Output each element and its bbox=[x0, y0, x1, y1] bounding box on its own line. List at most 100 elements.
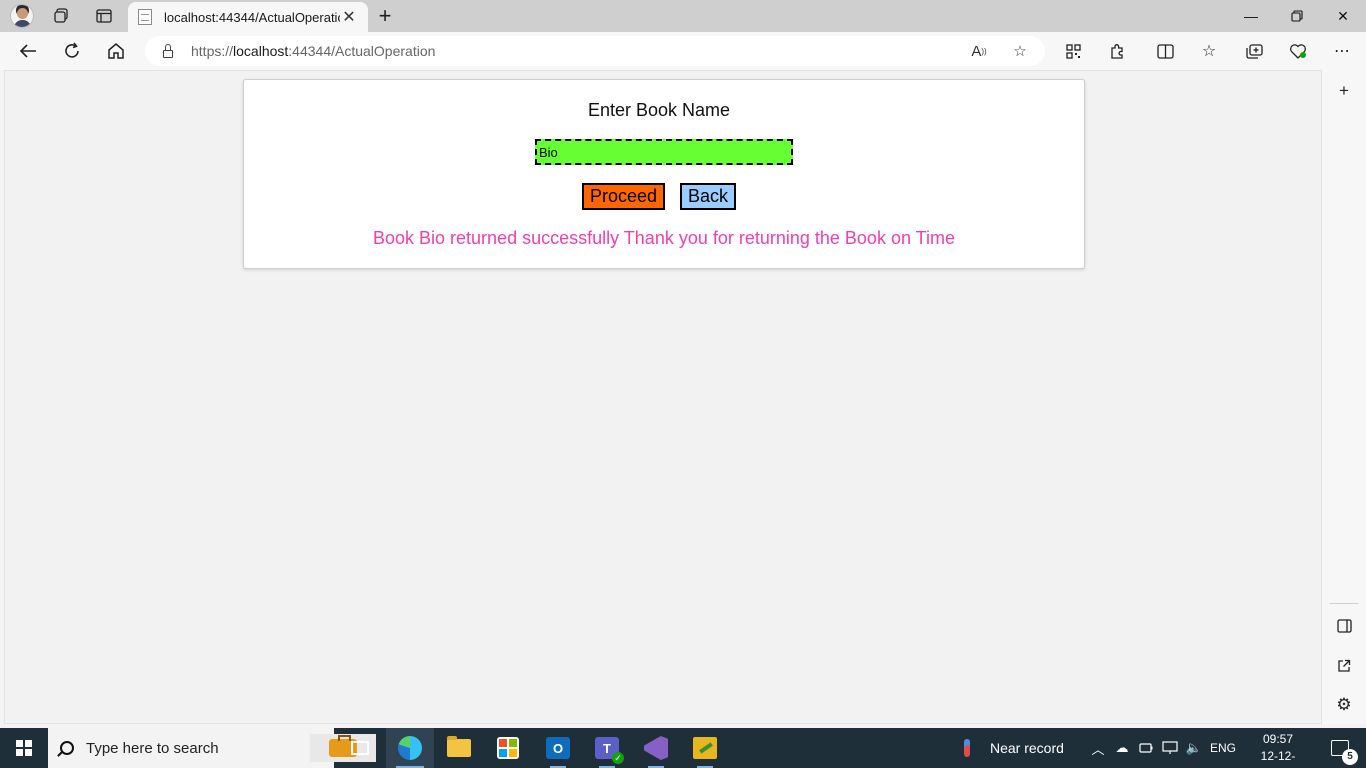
home-button[interactable] bbox=[101, 36, 131, 66]
page-heading: Enter Book Name bbox=[587, 100, 731, 120]
visual-studio-icon bbox=[644, 736, 668, 760]
minimize-button[interactable]: — bbox=[1228, 0, 1274, 32]
windows-taskbar: Type here to search O T Near record ︿ ☁ … bbox=[0, 728, 1366, 768]
thermometer-icon bbox=[964, 739, 970, 757]
hide-sidebar-button[interactable] bbox=[1329, 611, 1359, 641]
weather-widget[interactable]: Near record bbox=[964, 728, 1064, 768]
taskbar-visual-studio[interactable] bbox=[632, 728, 680, 768]
success-message: Book Bio returned successfully Thank you… bbox=[373, 228, 955, 248]
workspaces-icon bbox=[54, 8, 68, 23]
browser-essentials-button[interactable] bbox=[1283, 36, 1313, 66]
sidebar-panel-icon bbox=[1336, 619, 1352, 633]
onedrive-tray[interactable]: ☁ bbox=[1110, 728, 1134, 768]
close-tab-icon[interactable]: ✕ bbox=[340, 7, 358, 27]
restore-icon bbox=[1291, 10, 1303, 22]
sidebar-add-button[interactable]: + bbox=[1329, 76, 1359, 106]
taskbar-clock[interactable]: 09:57 12-12-2023 bbox=[1248, 731, 1308, 768]
language-indicator[interactable]: ENG bbox=[1208, 728, 1238, 768]
volume-tray[interactable]: 🔈 bbox=[1182, 728, 1206, 768]
extensions-button[interactable] bbox=[1102, 36, 1132, 66]
active-tab[interactable]: localhost:44344/ActualOperation ✕ bbox=[128, 2, 368, 32]
sidebar-settings-button[interactable]: ⚙ bbox=[1329, 690, 1359, 720]
url-host: localhost bbox=[233, 43, 289, 59]
taskbar-edge[interactable] bbox=[386, 728, 434, 768]
page-viewport: Enter Book Name Proceed Back Book Bio re… bbox=[4, 70, 1322, 724]
heartbeat-icon bbox=[1290, 44, 1306, 59]
taskbar-search-box[interactable]: Type here to search bbox=[48, 728, 376, 768]
read-aloud-icon[interactable]: A)) bbox=[968, 40, 990, 62]
vertical-tabs-button[interactable] bbox=[88, 0, 120, 32]
book-name-input[interactable] bbox=[535, 139, 793, 165]
proceed-button[interactable]: Proceed bbox=[582, 183, 665, 210]
avatar-icon bbox=[10, 4, 34, 28]
collections-button[interactable] bbox=[1239, 36, 1269, 66]
gear-icon: ⚙ bbox=[1336, 695, 1352, 714]
tab-title: localhost:44344/ActualOperation bbox=[164, 9, 340, 25]
battery-icon bbox=[1139, 743, 1153, 753]
taskbar-tool-app[interactable] bbox=[681, 728, 729, 768]
windows-logo-icon bbox=[16, 740, 32, 756]
lock-icon[interactable] bbox=[163, 43, 173, 58]
favorites-button[interactable]: ☆ bbox=[1194, 36, 1224, 66]
new-tab-button[interactable]: + bbox=[372, 0, 398, 32]
settings-more-button[interactable]: ⋯ bbox=[1327, 36, 1357, 66]
notification-center-button[interactable]: 5 bbox=[1320, 728, 1360, 768]
start-button[interactable] bbox=[0, 728, 48, 768]
favorites-star-icon: ☆ bbox=[1201, 43, 1217, 60]
speaker-icon: 🔈 bbox=[1185, 740, 1203, 755]
split-screen-button[interactable] bbox=[1150, 36, 1180, 66]
battery-tray[interactable] bbox=[1134, 728, 1158, 768]
profile-avatar[interactable] bbox=[6, 0, 38, 32]
task-view-button[interactable] bbox=[336, 728, 384, 768]
clock-time: 09:57 bbox=[1262, 732, 1294, 746]
close-icon: ✕ bbox=[1337, 7, 1349, 24]
taskbar-store[interactable] bbox=[484, 728, 532, 768]
collections-icon bbox=[1245, 43, 1263, 59]
restore-button[interactable] bbox=[1274, 0, 1320, 32]
more-dots-icon: ⋯ bbox=[1334, 43, 1350, 60]
notification-count: 5 bbox=[1342, 749, 1358, 765]
plus-icon: + bbox=[378, 3, 392, 28]
network-tray[interactable] bbox=[1158, 728, 1182, 768]
tools-app-icon bbox=[693, 737, 717, 759]
back-nav-button[interactable] bbox=[13, 36, 43, 66]
back-button[interactable]: Back bbox=[680, 183, 736, 210]
workspaces-button[interactable] bbox=[46, 0, 78, 32]
teams-icon: T bbox=[595, 737, 624, 764]
split-screen-icon bbox=[1156, 43, 1174, 59]
microsoft-store-icon bbox=[497, 737, 519, 759]
url-text[interactable]: https://localhost:44344/ActualOperation bbox=[191, 43, 435, 59]
external-link-button[interactable] bbox=[1329, 651, 1359, 681]
cloud-icon: ☁ bbox=[1115, 740, 1129, 755]
network-icon bbox=[1162, 741, 1178, 754]
refresh-icon bbox=[65, 42, 79, 58]
file-explorer-icon bbox=[447, 736, 471, 757]
url-scheme: https:// bbox=[191, 43, 234, 59]
chevron-up-icon: ︿ bbox=[1091, 741, 1105, 757]
sidebar-divider bbox=[1330, 603, 1358, 604]
minimize-icon: — bbox=[1244, 8, 1258, 24]
edge-sidebar: + ⚙ bbox=[1322, 70, 1366, 724]
show-hidden-icons-button[interactable]: ︿ bbox=[1086, 728, 1110, 768]
task-view-icon bbox=[351, 741, 369, 755]
puzzle-icon bbox=[1110, 43, 1123, 59]
clock-date: 12-12-2023 bbox=[1260, 749, 1296, 768]
qr-code-icon bbox=[1065, 43, 1081, 59]
close-window-button[interactable]: ✕ bbox=[1320, 0, 1366, 32]
external-link-icon bbox=[1338, 659, 1351, 672]
refresh-button[interactable] bbox=[57, 36, 87, 66]
address-bar[interactable]: https://localhost:44344/ActualOperation … bbox=[145, 36, 1045, 66]
qr-code-button[interactable] bbox=[1058, 36, 1088, 66]
search-icon bbox=[60, 741, 74, 755]
favorite-star-icon[interactable]: ☆ bbox=[1009, 40, 1031, 62]
home-icon bbox=[108, 43, 124, 59]
weather-text: Near record bbox=[990, 740, 1064, 756]
taskbar-file-explorer[interactable] bbox=[435, 728, 483, 768]
browser-tab-strip: localhost:44344/ActualOperation ✕ + — ✕ bbox=[0, 0, 1366, 32]
taskbar-teams[interactable]: T bbox=[583, 728, 631, 768]
page-favicon-icon bbox=[138, 9, 152, 25]
taskbar-outlook[interactable]: O bbox=[534, 728, 582, 768]
outlook-icon: O bbox=[546, 737, 570, 759]
url-path: :44344/ActualOperation bbox=[288, 43, 436, 59]
return-book-card: Enter Book Name Proceed Back Book Bio re… bbox=[243, 79, 1085, 269]
